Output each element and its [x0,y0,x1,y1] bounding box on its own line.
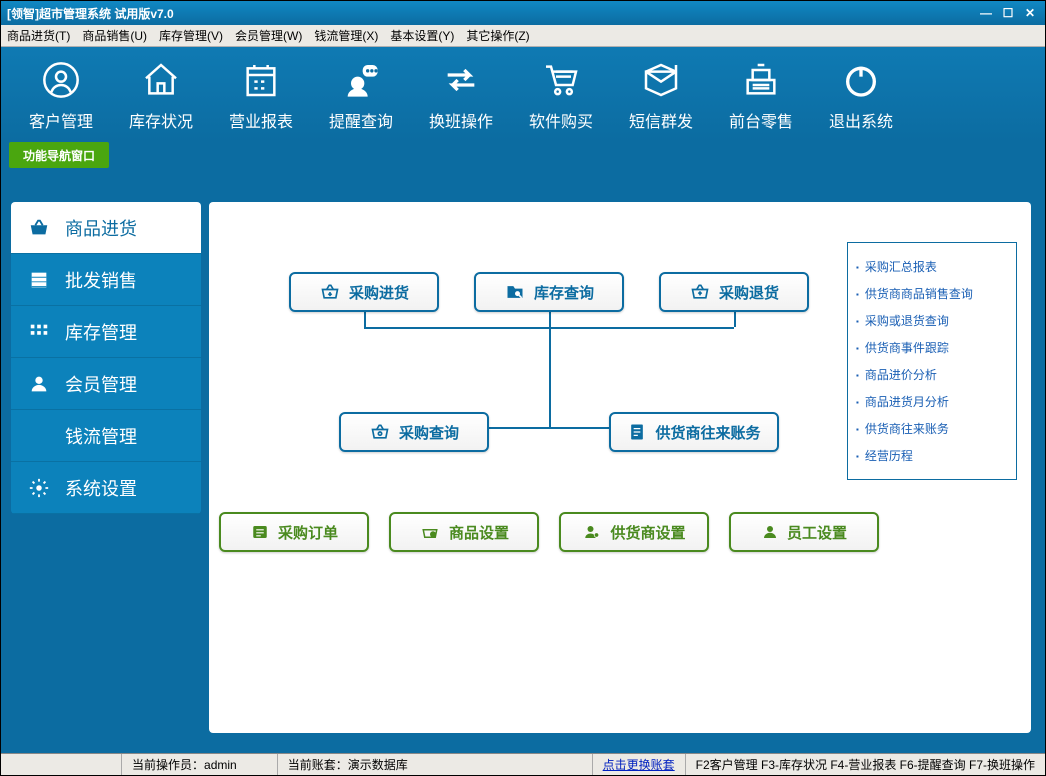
status-hotkeys: F2客户管理 F3-库存状况 F4-营业报表 F6-提醒查询 F7-换班操作 [685,754,1045,775]
menu-item-5[interactable]: 基本设置(Y) [390,27,454,44]
toolbar-business-report[interactable]: 营业报表 [211,58,311,132]
user-gear-icon [582,523,602,541]
status-bar: 当前操作员：admin 当前账套：演示数据库 点击更换账套 F2客户管理 F3-… [1,753,1045,775]
maximize-button[interactable]: ☐ [999,5,1017,21]
menu-item-2[interactable]: 库存管理(V) [159,27,223,44]
purchase-software-icon [511,58,611,102]
status-dataset: 当前账套：演示数据库 [277,754,418,775]
sms-bulk-icon [611,58,711,102]
basket-up-icon [689,282,711,302]
main-toolbar: 客户管理库存状况营业报表提醒查询换班操作软件购买短信群发前台零售退出系统 [1,47,1045,142]
wholesale-icon [25,269,53,291]
window-title: [领智]超市管理系统 试用版v7.0 [7,5,174,22]
content-panel: 采购进货 库存查询 采购退货 采购查询 供货商往来账务 采 [209,202,1031,733]
sidebar-cash-flow[interactable]: 钱流管理 [11,410,201,462]
menu-item-4[interactable]: 钱流管理(X) [314,27,378,44]
sidebar-system-settings[interactable]: 系统设置 [11,462,201,514]
basket-down-icon [319,282,341,302]
title-bar: [领智]超市管理系统 试用版v7.0 — ☐ ✕ [1,1,1045,25]
report-link-7[interactable]: 经营历程 [856,442,1008,469]
report-link-0[interactable]: 采购汇总报表 [856,253,1008,280]
app-window: [领智]超市管理系统 试用版v7.0 — ☐ ✕ 商品进货(T) 商品销售(U) 库… [0,0,1046,776]
toolbar-customer-mgmt[interactable]: 客户管理 [11,58,111,132]
toolbar-inventory-status[interactable]: 库存状况 [111,58,211,132]
menu-item-6[interactable]: 其它操作(Z) [466,27,529,44]
folder-search-icon [504,282,526,302]
basket-search-icon [369,422,391,442]
document-icon [627,422,647,442]
minimize-button[interactable]: — [977,5,995,21]
cash-flow-icon [25,425,53,447]
sidebar-goods-purchase[interactable]: 商品进货 [11,202,201,254]
flow-staff-settings[interactable]: 员工设置 [729,512,879,552]
sidebar-wholesale[interactable]: 批发销售 [11,254,201,306]
sidebar: 商品进货批发销售库存管理会员管理钱流管理系统设置 [11,202,201,514]
list-icon [250,523,270,541]
switch-dataset-link[interactable]: 点击更换账套 [603,756,675,773]
report-link-5[interactable]: 商品进货月分析 [856,388,1008,415]
menu-item-1[interactable]: 商品销售(U) [82,27,147,44]
flow-stock-query[interactable]: 库存查询 [474,272,624,312]
report-link-2[interactable]: 采购或退货查询 [856,307,1008,334]
flow-purchase-query[interactable]: 采购查询 [339,412,489,452]
customer-mgmt-icon [11,58,111,102]
nav-window-tab[interactable]: 功能导航窗口 [9,142,109,168]
toolbar-shift-change[interactable]: 换班操作 [411,58,511,132]
business-report-icon [211,58,311,102]
flow-supplier-account[interactable]: 供货商往来账务 [609,412,779,452]
toolbar-reminder-query[interactable]: 提醒查询 [311,58,411,132]
toolbar-sms-bulk[interactable]: 短信群发 [611,58,711,132]
flow-product-settings[interactable]: 商品设置 [389,512,539,552]
close-button[interactable]: ✕ [1021,5,1039,21]
report-link-6[interactable]: 供货商往来账务 [856,415,1008,442]
status-operator: 当前操作员：admin [121,754,247,775]
main-area: 功能导航窗口 商品进货批发销售库存管理会员管理钱流管理系统设置 采购进货 库存查… [1,142,1045,753]
exit-system-icon [811,58,911,102]
basket-gear-icon [419,523,441,541]
report-link-3[interactable]: 供货商事件跟踪 [856,334,1008,361]
toolbar-front-retail[interactable]: 前台零售 [711,58,811,132]
stock-mgmt-icon [25,321,53,343]
toolbar-purchase-software[interactable]: 软件购买 [511,58,611,132]
sidebar-stock-mgmt[interactable]: 库存管理 [11,306,201,358]
menu-item-3[interactable]: 会员管理(W) [235,27,302,44]
front-retail-icon [711,58,811,102]
flow-purchase-return[interactable]: 采购退货 [659,272,809,312]
reports-links-panel: 采购汇总报表供货商商品销售查询采购或退货查询供货商事件跟踪商品进价分析商品进货月… [847,242,1017,480]
menu-item-0[interactable]: 商品进货(T) [7,27,70,44]
flow-supplier-settings[interactable]: 供货商设置 [559,512,709,552]
system-settings-icon [25,477,53,499]
flow-purchase-order[interactable]: 采购订单 [219,512,369,552]
menu-bar: 商品进货(T) 商品销售(U) 库存管理(V) 会员管理(W) 钱流管理(X) 基本设置(… [1,25,1045,47]
inventory-status-icon [111,58,211,102]
shift-change-icon [411,58,511,102]
person-icon [761,523,779,541]
flow-purchase-in[interactable]: 采购进货 [289,272,439,312]
sidebar-member-mgmt[interactable]: 会员管理 [11,358,201,410]
report-link-4[interactable]: 商品进价分析 [856,361,1008,388]
goods-purchase-icon [25,217,53,239]
member-mgmt-icon [25,373,53,395]
toolbar-exit-system[interactable]: 退出系统 [811,58,911,132]
reminder-query-icon [311,58,411,102]
report-link-1[interactable]: 供货商商品销售查询 [856,280,1008,307]
